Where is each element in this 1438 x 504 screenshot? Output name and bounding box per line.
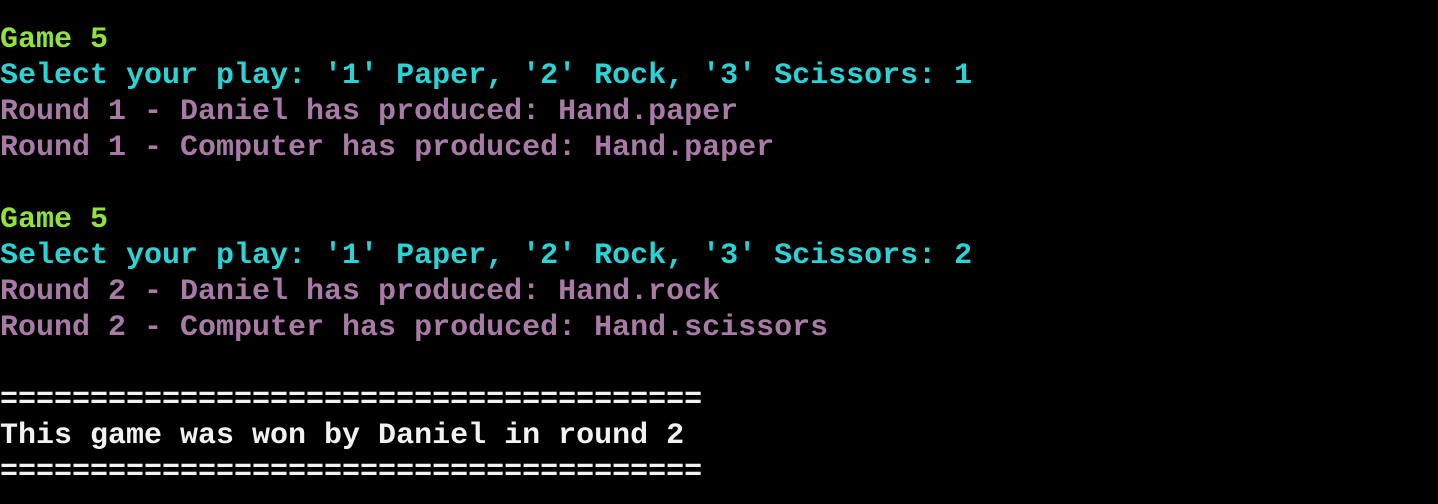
computer-round-output: Round 1 - Computer has produced: Hand.pa… [0, 131, 775, 165]
game-heading: Game 5 [0, 23, 109, 57]
play-prompt: Select your play: '1' Paper, '2' Rock, '… [0, 59, 973, 93]
play-prompt: Select your play: '1' Paper, '2' Rock, '… [0, 239, 973, 273]
terminal-window[interactable]: Game 5 Select your play: '1' Paper, '2' … [0, 0, 1438, 504]
game-heading: Game 5 [0, 203, 109, 237]
separator-line: ======================================= [0, 455, 703, 489]
separator-line: ======================================= [0, 383, 703, 417]
computer-round-output: Round 2 - Computer has produced: Hand.sc… [0, 311, 829, 345]
result-message: This game was won by Daniel in round 2 [0, 419, 685, 453]
player-round-output: Round 1 - Daniel has produced: Hand.pape… [0, 95, 739, 129]
player-round-output: Round 2 - Daniel has produced: Hand.rock [0, 275, 721, 309]
